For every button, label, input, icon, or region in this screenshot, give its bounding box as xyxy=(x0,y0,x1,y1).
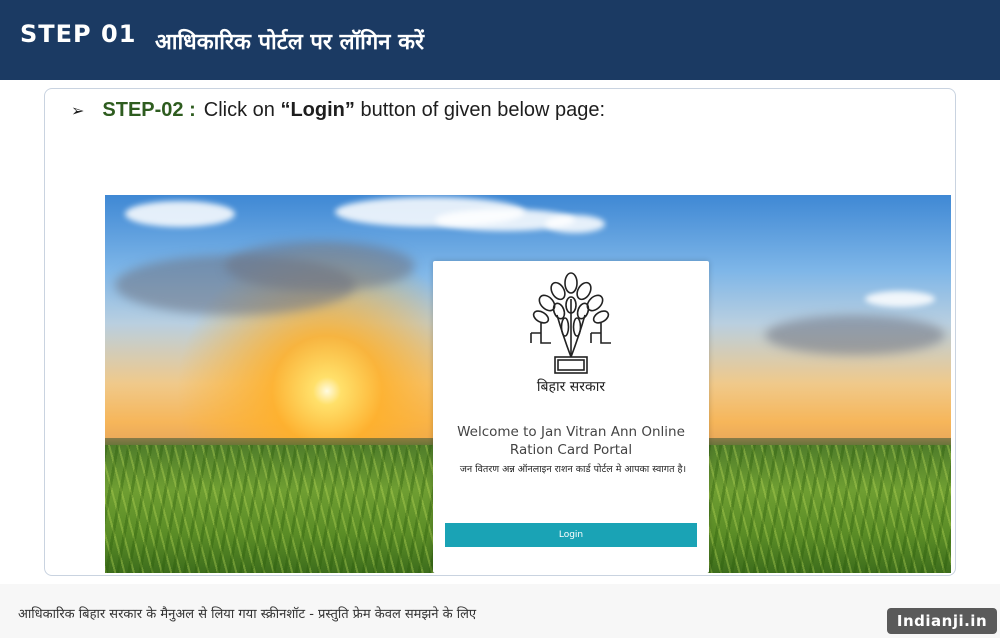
step-number: STEP 01 xyxy=(20,20,137,48)
portal-screenshot: बिहार सरकार Welcome to Jan Vitran Ann On… xyxy=(105,195,951,573)
welcome-line-1: Welcome to Jan Vitran Ann Online xyxy=(457,424,685,440)
welcome-hindi-text: जन वितरण अन्न ऑनलाइन राशन कार्ड पोर्टल म… xyxy=(459,464,687,475)
bihar-government-emblem-icon xyxy=(530,272,611,374)
emblem-caption: बिहार सरकार xyxy=(536,379,606,395)
step-title: आधिकारिक पोर्टल पर लॉगिन करें xyxy=(155,30,425,55)
login-card: बिहार सरकार Welcome to Jan Vitran Ann On… xyxy=(433,261,709,573)
instruction-text-before: Click on xyxy=(203,99,281,121)
instruction-line: ➢ STEP-02 : Click on “Login” button of giv… xyxy=(71,99,605,122)
cloud xyxy=(225,241,415,291)
cloud xyxy=(865,291,935,307)
site-watermark: Indianji.in xyxy=(887,608,997,634)
login-button[interactable]: Login xyxy=(445,523,697,547)
cloud xyxy=(765,315,945,355)
header-bar: STEP 01 आधिकारिक पोर्टल पर लॉगिन करें xyxy=(0,0,1000,80)
content-frame: ➢ STEP-02 : Click on “Login” button of giv… xyxy=(44,88,956,576)
footer-caption: आधिकारिक बिहार सरकार के मैनुअल से लिया ग… xyxy=(18,607,477,622)
arrow-bullet-icon: ➢ xyxy=(71,103,85,120)
cloud xyxy=(125,201,235,227)
welcome-text: Welcome to Jan Vitran Ann Online Ration … xyxy=(433,423,709,459)
welcome-line-2: Ration Card Portal xyxy=(509,442,633,458)
instruction-text-after: button of given below page: xyxy=(354,99,606,121)
instruction-button-name: “Login” xyxy=(280,99,355,121)
cloud xyxy=(545,215,605,233)
step-label: STEP-02 : xyxy=(102,99,196,121)
footer-bar: आधिकारिक बिहार सरकार के मैनुअल से लिया ग… xyxy=(0,584,1000,638)
